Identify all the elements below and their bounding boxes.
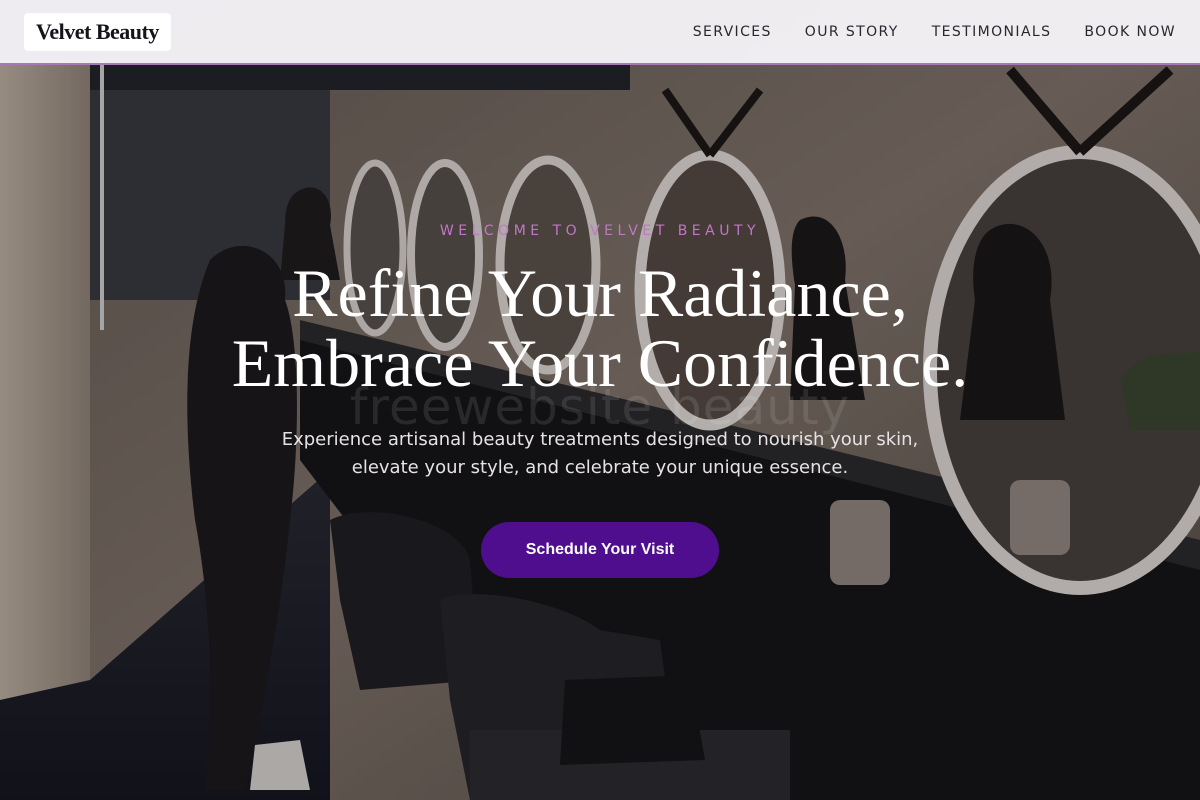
hero-subtext-line-1: Experience artisanal beauty treatments d… <box>281 429 919 450</box>
nav-link-testimonials[interactable]: TESTIMONIALS <box>932 24 1052 40</box>
top-navigation-bar: Velvet Beauty SERVICES OUR STORY TESTIMO… <box>0 0 1200 65</box>
hero-section: WELCOME TO VELVET BEAUTY Refine Your Rad… <box>0 0 1200 800</box>
nav-link-our-story[interactable]: OUR STORY <box>805 24 899 40</box>
hero-headline: Refine Your Radiance, Embrace Your Confi… <box>0 258 1200 398</box>
nav-link-book-now[interactable]: BOOK NOW <box>1084 24 1176 40</box>
main-menu: SERVICES OUR STORY TESTIMONIALS BOOK NOW <box>693 24 1176 40</box>
hero-subtext-line-2: elevate your style, and celebrate your u… <box>351 457 849 478</box>
hero-eyebrow: WELCOME TO VELVET BEAUTY <box>439 223 761 239</box>
hero-subtext: Experience artisanal beauty treatments d… <box>0 426 1200 482</box>
schedule-visit-button[interactable]: Schedule Your Visit <box>481 522 719 578</box>
brand-logo[interactable]: Velvet Beauty <box>24 12 171 51</box>
nav-link-services[interactable]: SERVICES <box>693 24 772 40</box>
hero-headline-line-1: Refine Your Radiance, <box>292 255 908 331</box>
